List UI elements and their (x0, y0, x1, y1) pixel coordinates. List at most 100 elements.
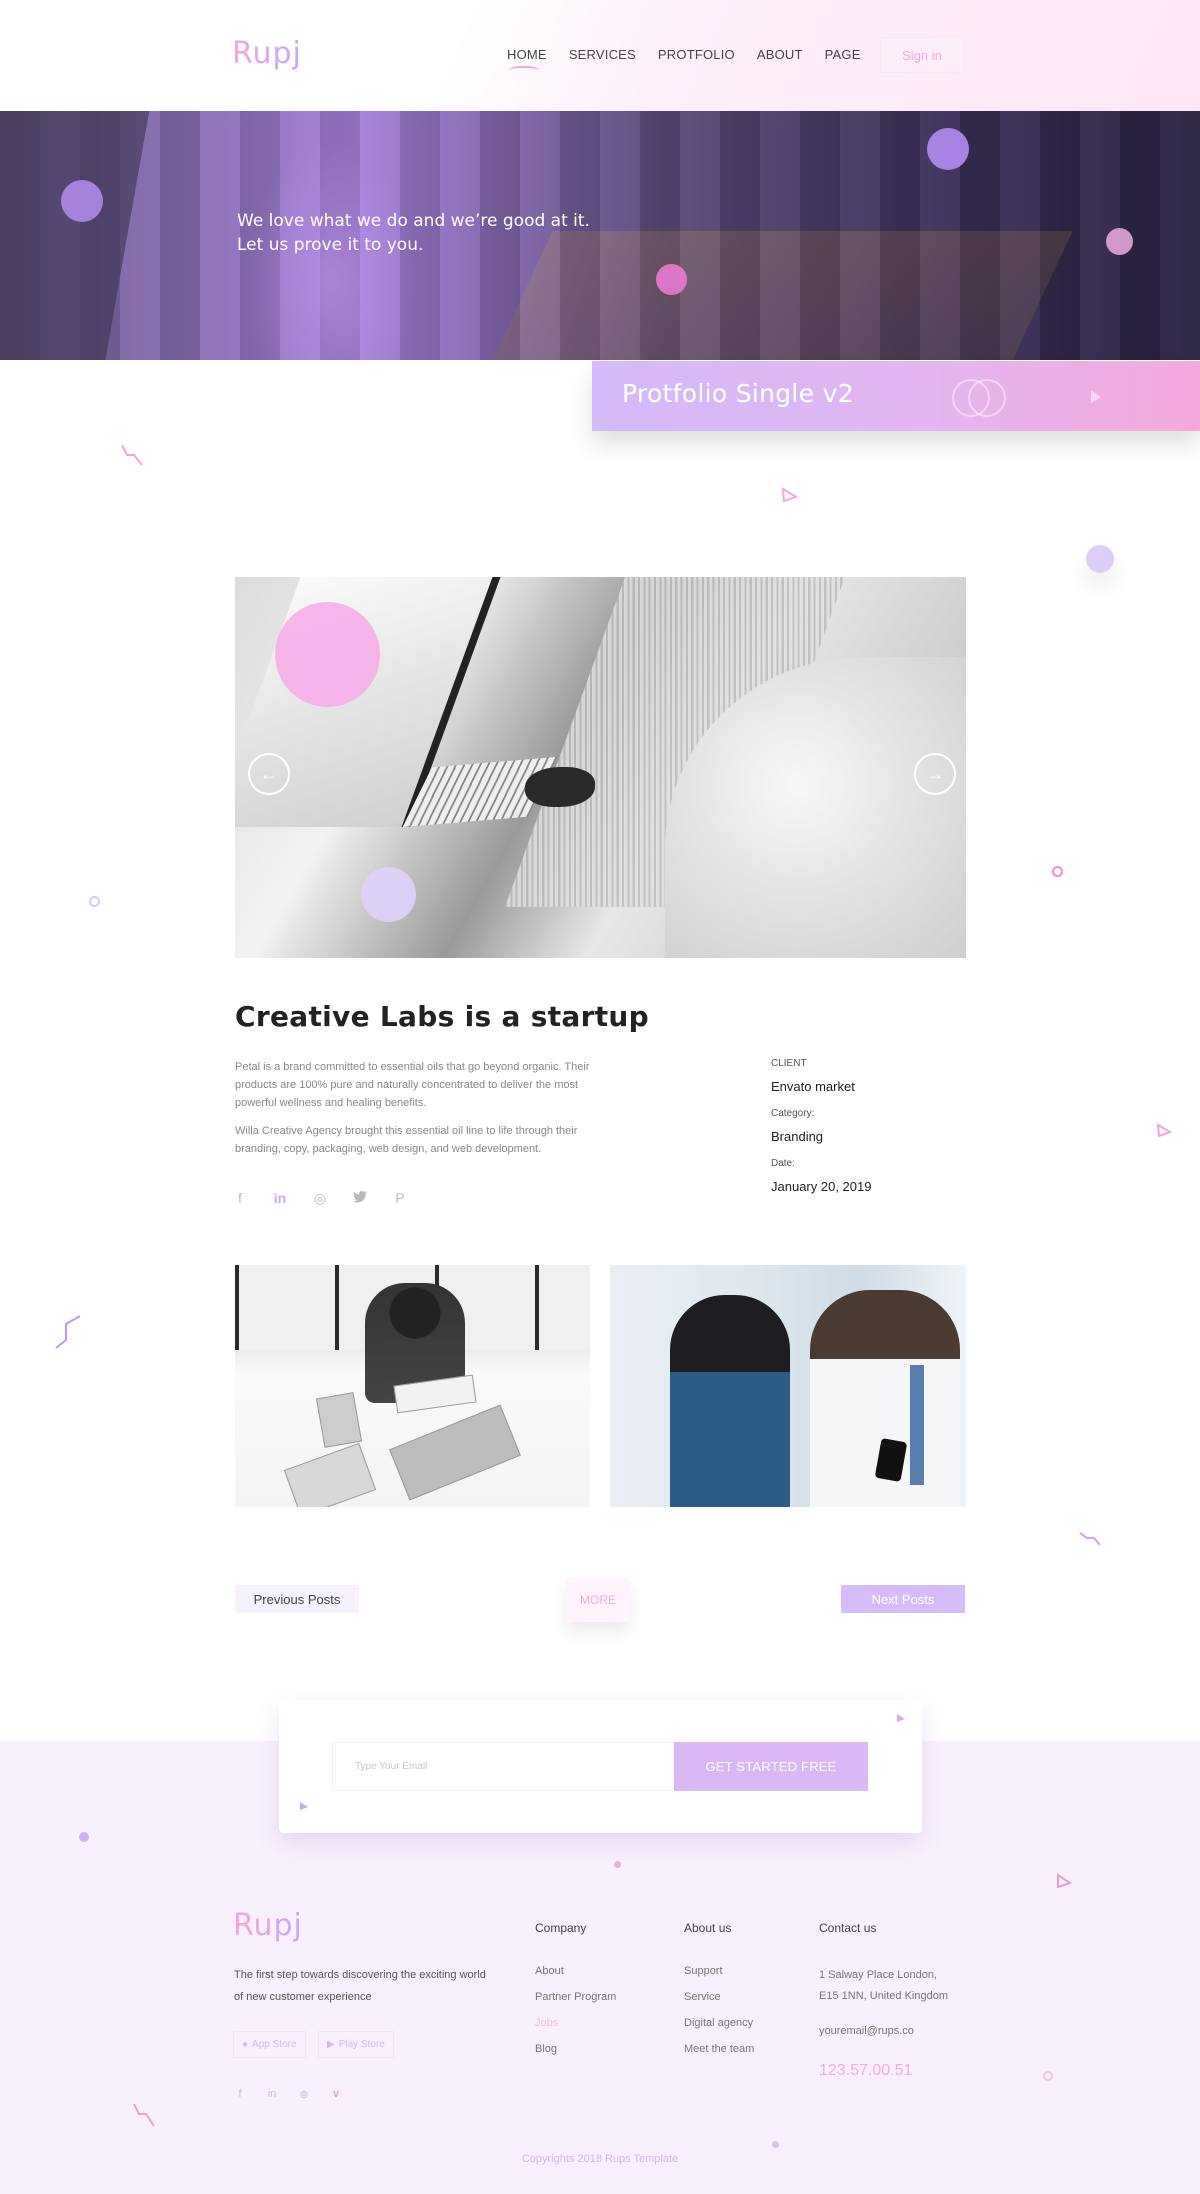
project-title: Creative Labs is a startup (235, 1000, 649, 1033)
dribbble-icon[interactable]: ⊛ (298, 2088, 310, 2101)
twitter-icon[interactable] (352, 1190, 368, 1207)
triangle-icon (781, 487, 798, 503)
zigzag-icon (1079, 1532, 1101, 1546)
email-input[interactable] (332, 1742, 674, 1791)
footer-link-service[interactable]: Service (684, 1991, 754, 2004)
zigzag-icon (121, 444, 143, 466)
deco-ring (89, 896, 100, 907)
deco-circle (275, 602, 380, 707)
project-description-2: Willa Creative Agency brought this essen… (235, 1125, 578, 1155)
footer-column-about: About us Support Service Digital agency … (684, 1921, 754, 2069)
play-store-button[interactable]: ▶ Play Store (318, 2031, 394, 2058)
zigzag-icon (55, 1315, 81, 1349)
subscribe-card: GET STARTED FREE (279, 1700, 922, 1833)
hero-banner: We love what we do and we’re good at it.… (0, 111, 1200, 360)
meta-client-value: Envato market (771, 1079, 855, 1094)
footer-heading-contact: Contact us (819, 1921, 877, 1935)
project-meta: CLIENT Envato market Category: Branding … (771, 1058, 871, 1208)
footer-link-meet-the-team[interactable]: Meet the team (684, 2043, 754, 2056)
get-started-button[interactable]: GET STARTED FREE (674, 1742, 868, 1791)
arrow-left-icon: ← (260, 763, 278, 784)
photo-book (389, 1404, 521, 1501)
copyright: Copyrights 2018 Rups Template (521, 2153, 679, 2165)
footer-logo[interactable]: Rupj (233, 1908, 303, 1943)
meta-client-label: CLIENT (771, 1058, 807, 1069)
footer-link-digital-agency[interactable]: Digital agency (684, 2017, 754, 2030)
facebook-icon[interactable]: f (232, 1190, 248, 1207)
linkedin-icon[interactable]: in (266, 2088, 278, 2101)
previous-posts-button[interactable]: Previous Posts (235, 1585, 359, 1613)
more-button[interactable]: MORE (566, 1578, 630, 1622)
share-icons: f in ◎ P (232, 1190, 408, 1207)
page-title: Protfolio Single v2 (622, 379, 854, 408)
photo-tie (910, 1365, 924, 1485)
footer-tagline: The first step towards discovering the e… (234, 1969, 486, 2003)
logo[interactable]: Rupj (232, 36, 302, 71)
deco-circle (927, 128, 969, 170)
meta-date-label: Date: (771, 1158, 795, 1169)
pinterest-icon[interactable]: P (392, 1190, 408, 1207)
deco-dot (614, 1861, 621, 1868)
vimeo-icon[interactable]: v (330, 2088, 342, 2101)
hero-line-2: Let us prove it to you. (237, 235, 424, 255)
triangle-icon (1091, 390, 1101, 403)
footer-link-about[interactable]: About (535, 1965, 616, 1978)
apple-icon: ● (242, 2039, 249, 2050)
contact-address-1: 1 Salway Place London, (819, 1969, 938, 1981)
gallery-image-2[interactable] (610, 1265, 966, 1507)
nav-home[interactable]: HOME (507, 47, 547, 68)
zigzag-icon (133, 2103, 155, 2127)
linkedin-icon[interactable]: in (272, 1190, 288, 1207)
meta-category-label: Category: (771, 1108, 815, 1119)
deco-ring (1052, 866, 1063, 877)
play-icon: ▶ (327, 2039, 335, 2050)
footer-link-blog[interactable]: Blog (535, 2043, 616, 2056)
deco-dot (79, 1832, 89, 1842)
deco-circle (61, 180, 103, 222)
arrow-right-icon: → (926, 763, 944, 784)
nav-page[interactable]: PAGE (825, 47, 861, 62)
deco-dot (772, 2141, 779, 2148)
project-image-slider[interactable]: ← → (235, 577, 966, 958)
deco-circle (656, 264, 687, 295)
footer-link-partner-program[interactable]: Partner Program (535, 1991, 616, 2004)
slider-photo-hand (525, 767, 595, 807)
project-description-1: Petal is a brand committed to essential … (235, 1061, 590, 1109)
nav-services[interactable]: SERVICES (569, 47, 636, 62)
facebook-icon[interactable]: f (234, 2088, 246, 2101)
footer-social-icons: f in ⊛ v (234, 2088, 342, 2101)
play-store-label: Play Store (338, 2039, 385, 2050)
contact-address-2: E15 1NN, United Kingdom (819, 1990, 949, 2002)
signin-button[interactable]: Sign in (880, 37, 964, 73)
deco-circle (361, 867, 416, 922)
nav-about[interactable]: ABOUT (757, 47, 803, 62)
photo-woman (670, 1295, 790, 1507)
instagram-icon[interactable]: ◎ (312, 1190, 328, 1207)
slider-prev-button[interactable]: ← (248, 753, 290, 795)
triangle-icon (1156, 1123, 1173, 1138)
contact-phone[interactable]: 123.57.00.51 (819, 2062, 948, 2080)
triangle-icon (300, 1802, 308, 1810)
contact-email[interactable]: youremail@rups.co (819, 2021, 948, 2042)
next-posts-button[interactable]: Next Posts (841, 1585, 965, 1613)
meta-date-value: January 20, 2019 (771, 1179, 872, 1194)
footer-heading-about: About us (684, 1921, 732, 1935)
deco-circle (1106, 228, 1133, 255)
rings-icon (952, 379, 1006, 417)
footer-link-support[interactable]: Support (684, 1965, 754, 1978)
triangle-icon (1057, 1873, 1073, 1889)
footer-column-contact: Contact us 1 Salway Place London, E15 1N… (819, 1921, 948, 2080)
nav-portfolio[interactable]: PROTFOLIO (658, 47, 735, 62)
site-header: Rupj HOME SERVICES PROTFOLIO ABOUT PAGE … (0, 0, 1200, 111)
hero-tagline: We love what we do and we’re good at it.… (237, 209, 590, 257)
triangle-icon (897, 1714, 905, 1722)
footer-link-jobs[interactable]: Jobs (535, 2017, 616, 2030)
page-title-banner: Protfolio Single v2 (592, 361, 1200, 431)
gallery-image-1[interactable] (235, 1265, 590, 1507)
hero-line-1: We love what we do and we’re good at it. (237, 211, 590, 231)
app-store-button[interactable]: ● App Store (233, 2031, 306, 2058)
photo-book (283, 1442, 377, 1507)
footer-column-company: Company About Partner Program Jobs Blog (535, 1921, 616, 2069)
main-nav: HOME SERVICES PROTFOLIO ABOUT PAGE (507, 47, 861, 68)
slider-next-button[interactable]: → (914, 753, 956, 795)
